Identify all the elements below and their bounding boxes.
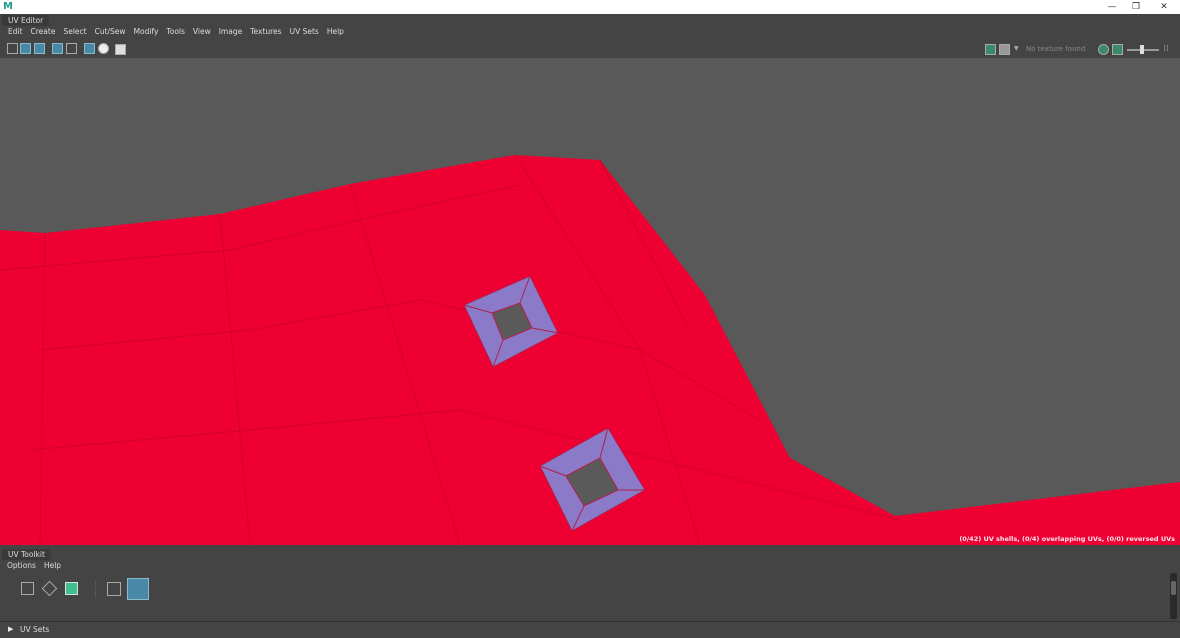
exposure-icon[interactable]: [1112, 44, 1123, 55]
menu-help[interactable]: Help: [323, 26, 348, 37]
image-display-icon[interactable]: [20, 43, 31, 54]
minimize-button[interactable]: —: [1100, 0, 1124, 14]
shrink-selection-icon[interactable]: [107, 582, 121, 596]
texture-borders-icon[interactable]: [66, 43, 77, 54]
uv-viewport[interactable]: (0/42) UV shells, (0/4) overlapping UVs,…: [0, 58, 1180, 545]
exposure-slider-handle[interactable]: [1140, 45, 1144, 54]
close-button[interactable]: ✕: [1152, 0, 1176, 14]
toolkit-menu-options[interactable]: Options: [3, 560, 40, 571]
uv-editor-title: UV Editor: [2, 15, 50, 26]
menu-image[interactable]: Image: [215, 26, 247, 37]
menu-textures[interactable]: Textures: [246, 26, 285, 37]
restore-button[interactable]: ❐: [1124, 0, 1148, 14]
uv-grid-icon[interactable]: [7, 43, 18, 54]
shell-select-icon[interactable]: [65, 582, 78, 595]
uv-editor-menubar: Edit Create Select Cut/Sew Modify Tools …: [4, 26, 348, 37]
image-toggle-icon[interactable]: [985, 44, 996, 55]
checker-icon[interactable]: [999, 44, 1010, 55]
uv-mesh-canvas: [0, 154, 1180, 545]
menu-select[interactable]: Select: [59, 26, 90, 37]
shaded-uv-icon[interactable]: [52, 43, 63, 54]
toolkit-scrollbar[interactable]: [1170, 573, 1177, 619]
pixel-snap-icon[interactable]: [98, 43, 109, 54]
image-dim-icon[interactable]: [34, 43, 45, 54]
texture-status: No texture found: [1026, 45, 1086, 53]
edge-select-icon[interactable]: [41, 580, 58, 597]
uv-sets-section-label[interactable]: UV Sets: [20, 625, 49, 634]
more-options-icon[interactable]: ⁞⁞: [1163, 44, 1169, 54]
menu-create[interactable]: Create: [27, 26, 60, 37]
maya-logo-icon: M: [3, 1, 13, 12]
snapshot-icon[interactable]: [115, 44, 126, 55]
uv-status-text: (0/42) UV shells, (0/4) overlapping UVs,…: [959, 535, 1175, 543]
uv-toolkit-title: UV Toolkit: [2, 549, 51, 560]
menu-cut-sew[interactable]: Cut/Sew: [91, 26, 130, 37]
section-divider: [0, 621, 1180, 622]
menu-uv-sets[interactable]: UV Sets: [286, 26, 323, 37]
uv-select-icon[interactable]: [21, 582, 34, 595]
grid-toggle-icon[interactable]: [84, 43, 95, 54]
grow-selection-icon[interactable]: [127, 578, 149, 600]
menu-edit[interactable]: Edit: [4, 26, 27, 37]
refresh-texture-icon[interactable]: [1098, 44, 1109, 55]
toolbar-divider: [95, 580, 96, 598]
menu-modify[interactable]: Modify: [130, 26, 163, 37]
uv-toolkit-menubar: Options Help: [3, 560, 65, 571]
menu-view[interactable]: View: [189, 26, 215, 37]
texture-dropdown-arrow-icon[interactable]: ▼: [1014, 45, 1019, 52]
uv-sets-expand-icon[interactable]: ▶: [8, 625, 13, 633]
window-titlebar: M — ❐ ✕: [0, 0, 1180, 14]
toolkit-menu-help[interactable]: Help: [40, 560, 65, 571]
menu-tools[interactable]: Tools: [162, 26, 188, 37]
